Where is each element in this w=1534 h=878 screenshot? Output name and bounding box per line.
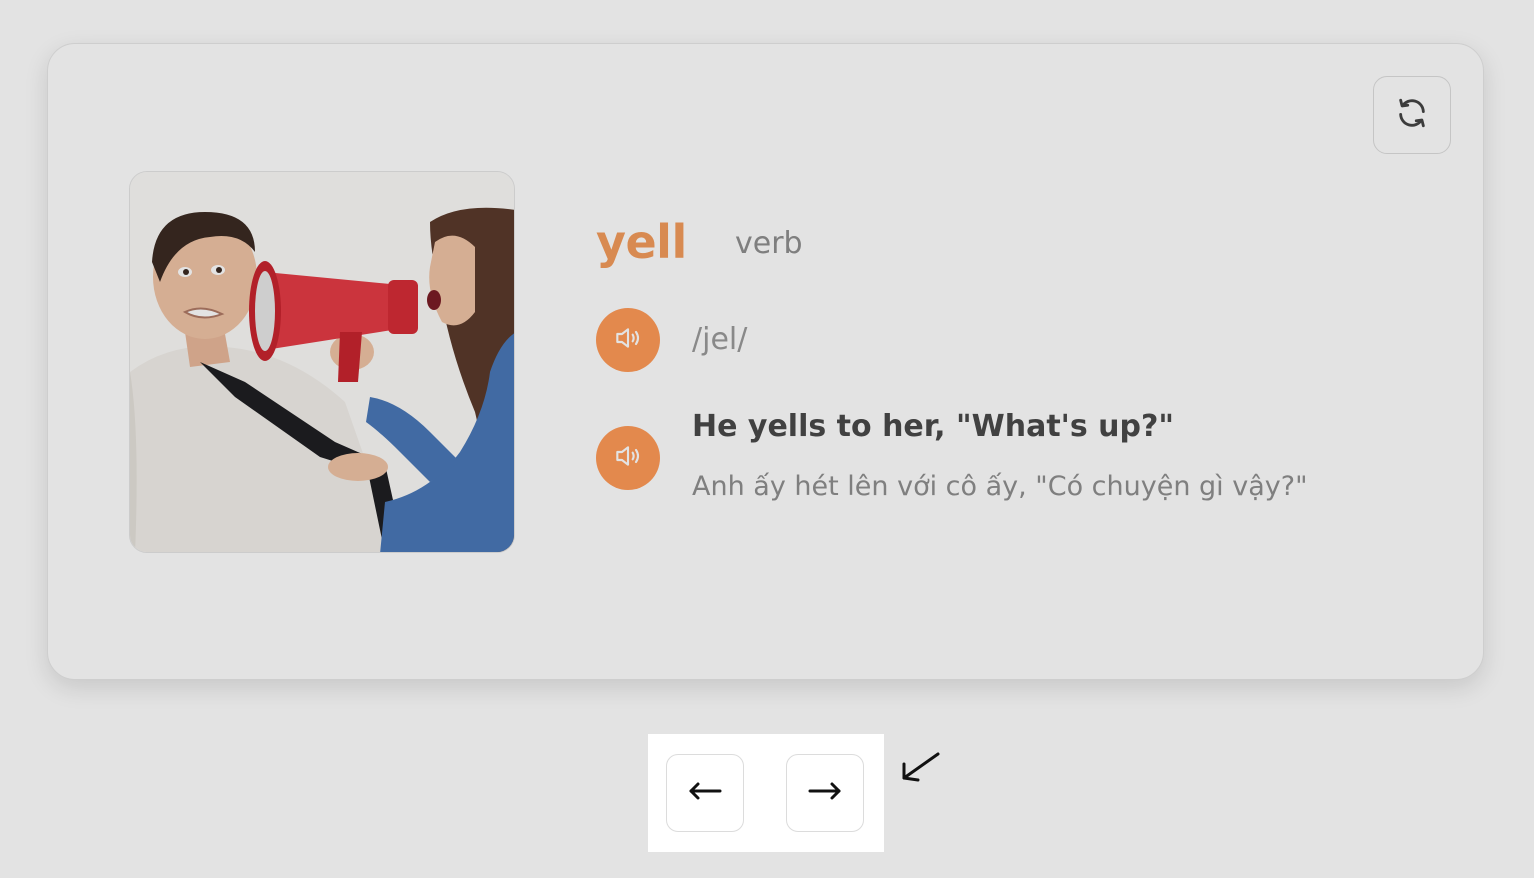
flip-card-button[interactable] (1373, 76, 1451, 154)
vocabulary-word: yell (596, 215, 687, 269)
play-example-audio-button[interactable] (596, 426, 660, 490)
arrow-right-icon (808, 781, 842, 805)
arrow-left-icon (688, 781, 722, 805)
part-of-speech: verb (735, 226, 803, 261)
arrow-pointer-icon (896, 748, 944, 786)
example-sentence: He yells to her, "What's up?" (692, 409, 1175, 444)
speaker-icon (612, 322, 644, 358)
pronunciation: /jel/ (692, 322, 748, 357)
example-translation: Anh ấy hét lên với cô ấy, "Có chuyện gì … (692, 471, 1308, 502)
play-word-audio-button[interactable] (596, 308, 660, 372)
previous-card-button[interactable] (666, 754, 744, 832)
navigation-controls (648, 734, 884, 852)
refresh-icon (1395, 96, 1429, 134)
flashcard-page: yell verb /jel/ He yells to her, "What's… (0, 0, 1534, 878)
next-card-button[interactable] (786, 754, 864, 832)
word-illustration (129, 171, 515, 553)
speaker-icon (612, 440, 644, 476)
